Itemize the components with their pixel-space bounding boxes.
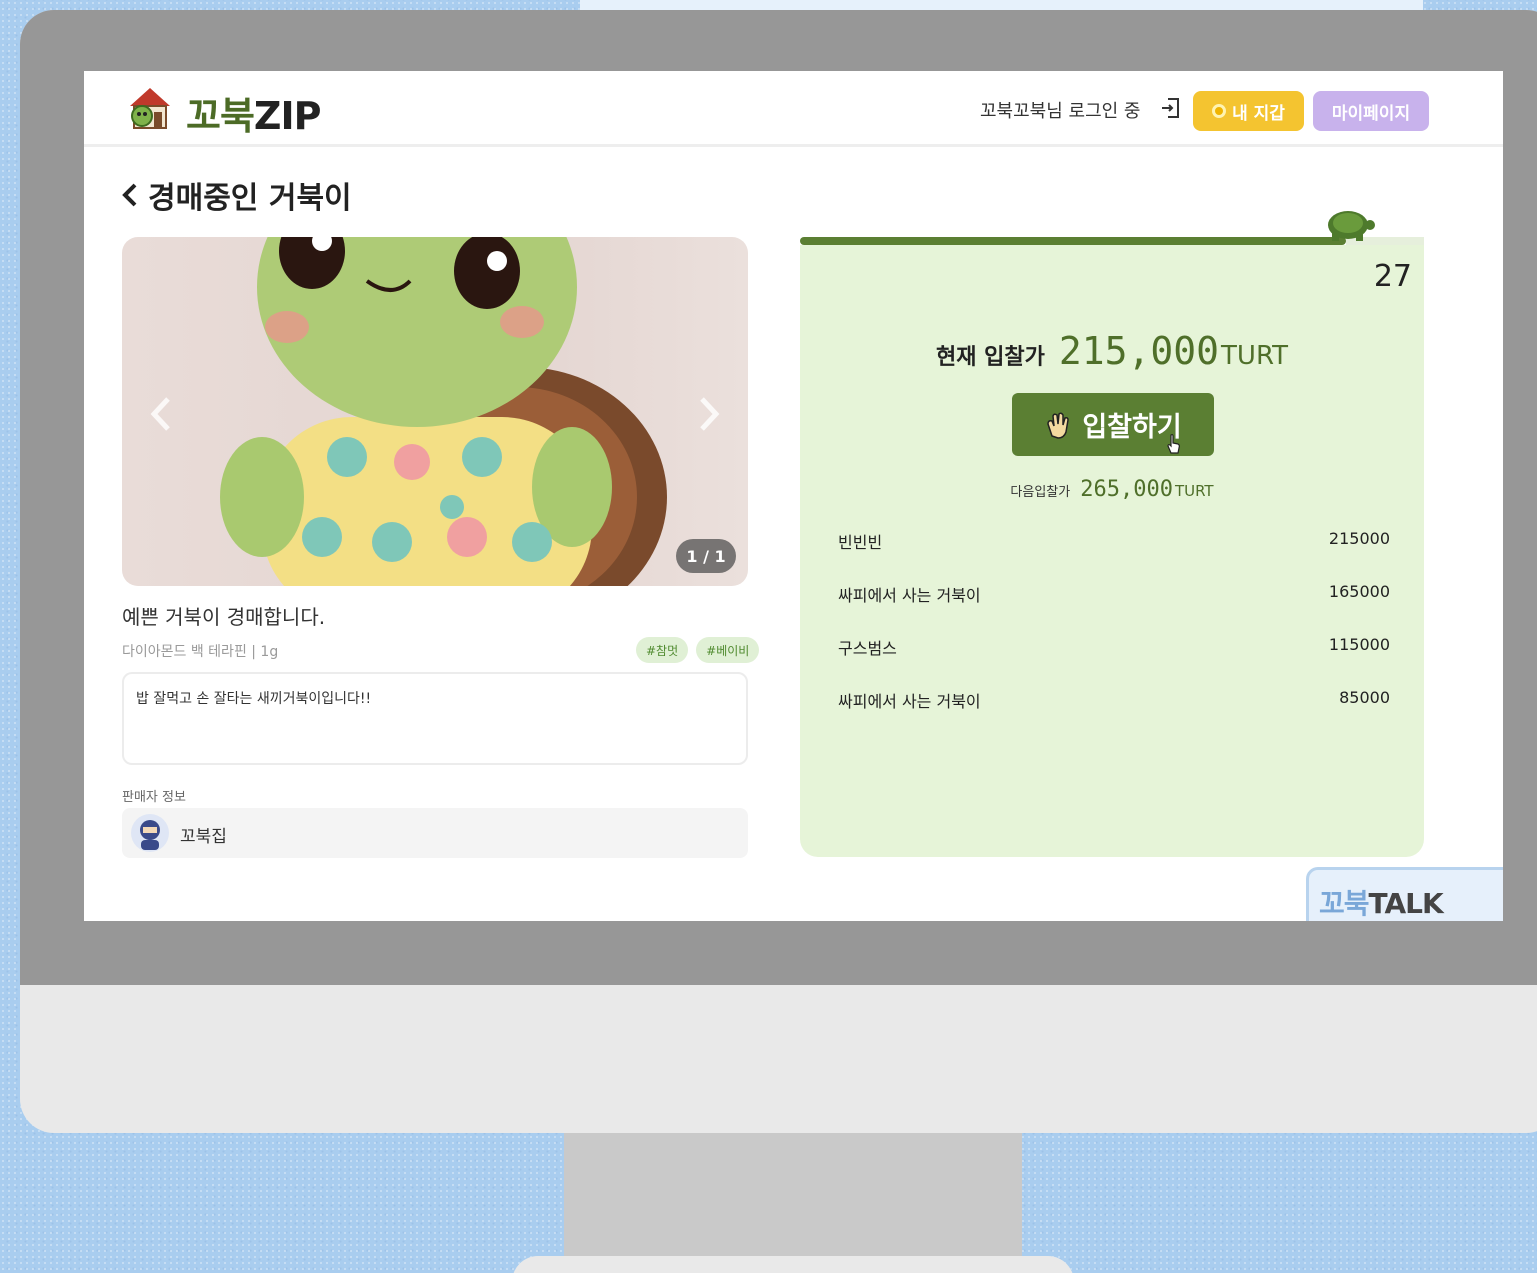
chat-widget-button[interactable]: 꼬북TALK — [1306, 867, 1503, 921]
talk-label-korean: 꼬북 — [1319, 887, 1370, 920]
coin-icon — [1212, 104, 1227, 118]
bidder-name: 구스범스 — [838, 639, 897, 658]
mypage-button[interactable]: 마이페이지 — [1313, 91, 1429, 131]
auction-timer-bar — [800, 237, 1346, 245]
list-item: 구스범스 115000 — [838, 635, 1390, 688]
pointer-cursor-icon — [1167, 434, 1180, 454]
carousel-page-indicator: 1 / 1 — [676, 539, 736, 573]
seller-label: 판매자 정보 — [122, 790, 186, 805]
bid-history-list: 빈빈빈 215000 싸피에서 사는 거북이 165000 구스범스 11500… — [838, 529, 1390, 741]
app-screen: 꼬북ZIP 꼬북꼬북님 로그인 중 내 지갑 마이페이지 경매중인 거북이 1 … — [84, 71, 1503, 921]
bidder-name: 싸피에서 사는 거북이 — [838, 586, 981, 605]
chevron-left-icon — [122, 183, 137, 207]
bid-amount: 215000 — [1328, 529, 1390, 548]
talk-label-latin: TALK — [1368, 887, 1444, 920]
image-carousel[interactable]: 1 / 1 — [122, 237, 748, 586]
current-bid-value: 215,000 — [1058, 329, 1220, 373]
chevron-right-icon[interactable] — [694, 395, 722, 433]
item-meta: 다이아몬드 백 테라핀 | 1g — [122, 644, 279, 660]
list-item: 싸피에서 사는 거북이 165000 — [838, 582, 1390, 635]
login-status: 꼬북꼬북님 로그인 중 — [980, 101, 1141, 122]
list-item: 싸피에서 사는 거북이 85000 — [838, 688, 1390, 741]
header: 꼬북ZIP 꼬북꼬북님 로그인 중 내 지갑 마이페이지 — [84, 71, 1503, 147]
next-bid: 다음입찰가 265,000 TURT — [800, 477, 1424, 502]
auction-countdown: 27 — [1373, 259, 1412, 294]
app-logo-text[interactable]: 꼬북ZIP — [186, 85, 322, 140]
turtle-plush-image — [220, 237, 667, 586]
item-description: 밥 잘먹고 손 잘타는 새끼거북이입니다!! — [122, 672, 748, 765]
logo-korean: 꼬북 — [186, 94, 255, 138]
wallet-button[interactable]: 내 지갑 — [1193, 91, 1304, 131]
bidder-name: 싸피에서 사는 거북이 — [838, 692, 981, 711]
current-bid-currency: TURT — [1221, 341, 1288, 371]
back-button[interactable]: 경매중인 거북이 — [120, 173, 352, 217]
monitor-stand — [564, 1133, 1022, 1273]
avatar — [131, 814, 169, 852]
logout-icon[interactable] — [1160, 97, 1180, 119]
bid-amount: 115000 — [1328, 635, 1390, 654]
page-title: 경매중인 거북이 — [148, 181, 352, 216]
bid-amount: 165000 — [1328, 582, 1390, 601]
chevron-left-icon[interactable] — [148, 395, 176, 433]
list-item: 빈빈빈 215000 — [838, 529, 1390, 582]
current-bid-label: 현재 입찰가 — [936, 345, 1045, 370]
monitor-stand-base — [512, 1256, 1074, 1273]
logo-latin: ZIP — [253, 94, 322, 138]
next-bid-value: 265,000 — [1080, 477, 1173, 502]
bid-panel: 27 현재 입찰가 215,000 TURT 입찰하기 다음입찰가 265,00… — [800, 245, 1424, 857]
turtle-house-logo-icon[interactable] — [124, 84, 176, 130]
next-bid-label: 다음입찰가 — [1010, 485, 1071, 500]
bidder-name: 빈빈빈 — [838, 533, 883, 552]
tag-list: #참멋 #베이비 — [636, 637, 760, 663]
clapping-hand-icon — [1047, 411, 1070, 439]
current-bid: 현재 입찰가 215,000 TURT — [800, 329, 1424, 373]
bid-button[interactable]: 입찰하기 — [1012, 393, 1214, 456]
next-bid-currency: TURT — [1174, 482, 1214, 500]
seller-info[interactable]: 꼬북집 — [122, 808, 748, 858]
item-title: 예쁜 거북이 경매합니다. — [122, 605, 326, 629]
tag-chip[interactable]: #베이비 — [696, 637, 760, 663]
wallet-label: 내 지갑 — [1232, 103, 1285, 124]
seller-name: 꼬북집 — [180, 827, 227, 847]
turtle-icon — [1328, 211, 1375, 241]
bid-amount: 85000 — [1339, 688, 1390, 707]
tag-chip[interactable]: #참멋 — [636, 637, 689, 663]
